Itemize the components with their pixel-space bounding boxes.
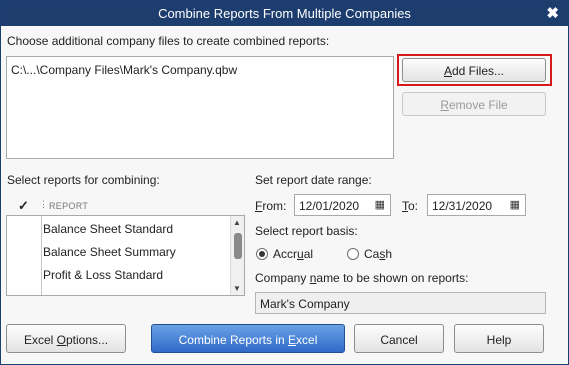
combine-reports-button[interactable]: Combine Reports in Excel [151, 324, 345, 353]
date-range-label: Set report date range: [255, 173, 372, 187]
reports-list[interactable]: Balance Sheet Standard Balance Sheet Sum… [6, 215, 245, 296]
scroll-down-icon[interactable]: ▼ [233, 284, 241, 293]
check-column[interactable] [7, 216, 42, 295]
reports-scrollbar[interactable]: ▲ ▼ [230, 216, 244, 295]
close-icon[interactable]: ✖ [546, 4, 559, 22]
remove-file-button[interactable]: Remove File [402, 92, 546, 116]
accrual-label[interactable]: Accrual [273, 247, 313, 261]
combine-reports-dialog: Combine Reports From Multiple Companies … [0, 0, 569, 365]
from-date-field[interactable]: 12/01/2020 ▦ [294, 194, 391, 216]
column-divider: ⋮ [39, 199, 48, 209]
add-files-highlight [397, 54, 552, 86]
company-name-value[interactable]: Mark's Company [260, 297, 350, 311]
help-button[interactable]: Help [454, 324, 544, 353]
from-label: From: [255, 199, 287, 213]
to-label: To: [402, 199, 419, 213]
report-item[interactable]: Balance Sheet Standard [43, 222, 173, 236]
company-files-list[interactable]: C:\...\Company Files\Mark's Company.qbw [6, 56, 394, 159]
to-date-value[interactable]: 12/31/2020 [432, 199, 492, 213]
scroll-thumb[interactable] [234, 233, 242, 259]
calendar-icon[interactable]: ▦ [375, 198, 385, 211]
company-name-label: Company name to be shown on reports: [255, 271, 469, 285]
calendar-icon[interactable]: ▦ [510, 198, 520, 211]
company-name-field[interactable]: Mark's Company [255, 292, 546, 314]
to-date-field[interactable]: 12/31/2020 ▦ [427, 194, 526, 216]
title-bar: Combine Reports From Multiple Companies … [1, 1, 568, 26]
check-column-header: ✓ [18, 198, 29, 213]
excel-options-button[interactable]: Excel Options... [6, 324, 126, 353]
report-column-header: REPORT [49, 201, 89, 211]
company-file-item[interactable]: C:\...\Company Files\Mark's Company.qbw [11, 63, 237, 77]
from-date-value[interactable]: 12/01/2020 [299, 199, 359, 213]
accrual-radio[interactable] [256, 248, 268, 260]
report-item[interactable]: Balance Sheet Summary [43, 245, 176, 259]
window-title: Combine Reports From Multiple Companies [158, 6, 411, 21]
reports-label: Select reports for combining: [7, 173, 160, 187]
files-label: Choose additional company files to creat… [7, 34, 330, 48]
basis-label: Select report basis: [255, 224, 358, 238]
cash-label[interactable]: Cash [364, 247, 392, 261]
cash-radio[interactable] [347, 248, 359, 260]
cancel-button[interactable]: Cancel [354, 324, 444, 353]
scroll-up-icon[interactable]: ▲ [233, 218, 241, 227]
report-item[interactable]: Profit & Loss Standard [43, 268, 163, 282]
